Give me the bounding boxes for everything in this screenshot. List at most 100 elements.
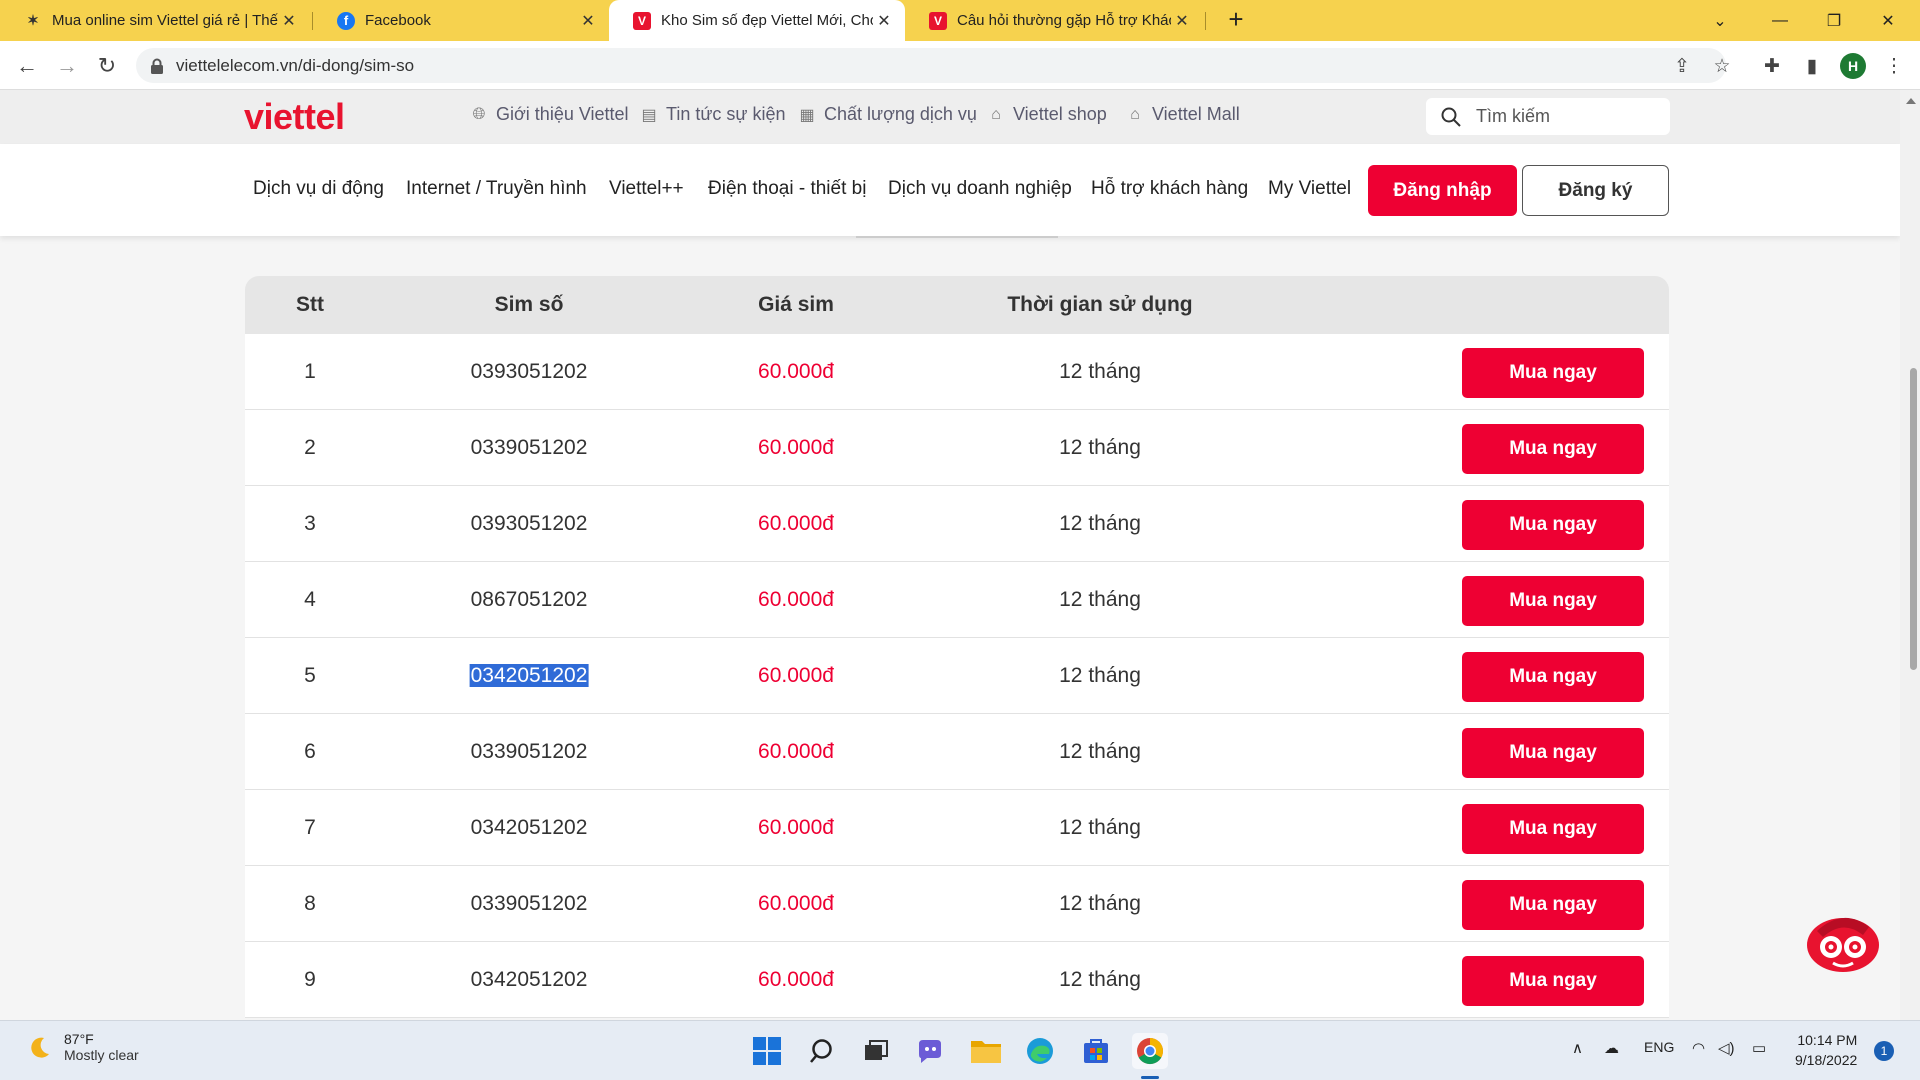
show-hidden-icons-chevron-icon[interactable]: ∧ — [1572, 1039, 1583, 1057]
cell-stt: 4 — [304, 588, 316, 611]
chrome-icon[interactable] — [1132, 1033, 1168, 1069]
nav-dien-thoai-thiet-bi[interactable]: Điện thoại - thiết bị — [708, 178, 866, 200]
onedrive-cloud-icon[interactable]: ☁ — [1604, 1039, 1619, 1057]
cell-price: 60.000đ — [758, 512, 834, 535]
cell-sim-number[interactable]: 0342051202 — [471, 816, 588, 840]
top-link-viettel-shop[interactable]: ⌂ Viettel shop — [987, 104, 1107, 125]
sim-number-text: 0867051202 — [470, 588, 588, 611]
nav-dich-vu-doanh-nghiep[interactable]: Dịch vụ doanh nghiệp — [888, 178, 1072, 200]
close-icon[interactable]: ✕ — [577, 11, 599, 31]
top-link-chat-luong[interactable]: ▦ Chất lượng dịch vụ — [798, 104, 977, 125]
buy-now-button[interactable]: Mua ngay — [1462, 424, 1644, 474]
top-link-tin-tuc[interactable]: ▤ Tin tức sự kiện — [640, 104, 785, 125]
header-stt: Stt — [296, 293, 324, 316]
share-icon[interactable]: ⇪ — [1668, 52, 1696, 80]
scrollbar-thumb[interactable] — [1910, 368, 1917, 670]
buy-now-button[interactable]: Mua ngay — [1462, 652, 1644, 702]
browser-tab[interactable]: ✶ Mua online sim Viettel giá rẻ | Thế ✕ — [0, 0, 310, 41]
file-explorer-icon[interactable] — [968, 1033, 1004, 1069]
side-panel-icon[interactable]: ▮ — [1798, 52, 1826, 80]
nav-internet-truyen-hinh[interactable]: Internet / Truyền hình — [406, 178, 587, 200]
back-arrow-icon[interactable]: ← — [12, 51, 42, 81]
cell-price: 60.000đ — [758, 816, 834, 839]
edge-icon[interactable] — [1022, 1033, 1058, 1069]
cell-sim-number[interactable]: 0867051202 — [471, 588, 588, 612]
task-view-icon[interactable] — [858, 1033, 894, 1069]
weather-temp: 87°F — [64, 1031, 94, 1047]
browser-tab[interactable]: f Facebook ✕ — [313, 0, 609, 41]
start-windows-icon[interactable] — [749, 1033, 785, 1069]
buy-now-button[interactable]: Mua ngay — [1462, 348, 1644, 398]
buy-now-button[interactable]: Mua ngay — [1462, 728, 1644, 778]
cell-duration: 12 tháng — [1059, 512, 1141, 535]
weather-widget[interactable]: 87°F Mostly clear — [26, 1031, 139, 1063]
buy-now-button[interactable]: Mua ngay — [1462, 956, 1644, 1006]
notification-badge[interactable]: 1 — [1874, 1041, 1894, 1061]
chat-icon[interactable] — [912, 1033, 948, 1069]
header-thoi-gian: Thời gian sử dụng — [1007, 293, 1193, 316]
restore-button[interactable]: ❐ — [1806, 0, 1862, 41]
browser-tab[interactable]: V Câu hỏi thường gặp Hỗ trợ Khách ✕ — [905, 0, 1203, 41]
extensions-icon[interactable]: ✚ — [1758, 52, 1786, 80]
volume-icon[interactable]: ◁) — [1718, 1039, 1735, 1057]
url-text: viettelelecom.vn/di-dong/sim-so — [176, 55, 415, 75]
system-clock[interactable]: 10:14 PM 9/18/2022 — [1795, 1030, 1857, 1070]
tab-title: Câu hỏi thường gặp Hỗ trợ Khách — [957, 12, 1171, 29]
top-link-gioi-thieu[interactable]: 🌐︎ Giới thiệu Viettel — [470, 104, 629, 125]
cell-sim-number[interactable]: 0342051202 — [469, 664, 589, 688]
bookmark-star-icon[interactable]: ☆ — [1708, 52, 1736, 80]
sim-number-text: 0342051202 — [470, 816, 588, 839]
buy-now-button[interactable]: Mua ngay — [1462, 804, 1644, 854]
cell-sim-number[interactable]: 0339051202 — [471, 892, 588, 916]
minimize-button[interactable]: — — [1752, 0, 1808, 41]
cell-sim-number[interactable]: 0342051202 — [471, 968, 588, 992]
cell-sim-number[interactable]: 0339051202 — [471, 740, 588, 764]
close-icon[interactable]: ✕ — [873, 11, 895, 31]
forward-arrow-icon[interactable]: → — [52, 51, 82, 81]
table-row: 7 0342051202 60.000đ 12 tháng Mua ngay — [245, 790, 1669, 866]
cell-price: 60.000đ — [758, 664, 834, 687]
address-field[interactable]: viettelelecom.vn/di-dong/sim-so — [136, 48, 1726, 83]
chat-mascot-icon[interactable] — [1803, 905, 1883, 975]
cell-stt: 6 — [304, 740, 316, 763]
nav-viettel-plus[interactable]: Viettel++ — [609, 178, 684, 200]
header-sim-so: Sim số — [494, 293, 564, 316]
moon-icon — [31, 1037, 49, 1058]
top-link-viettel-mall[interactable]: ⌂ Viettel Mall — [1126, 104, 1240, 125]
cell-stt: 2 — [304, 436, 316, 459]
scroll-up-arrow-icon[interactable] — [1906, 98, 1916, 104]
nav-my-viettel[interactable]: My Viettel — [1268, 178, 1351, 200]
reload-icon[interactable]: ↻ — [92, 51, 122, 81]
viettel-promo-icon: ✶ — [24, 11, 42, 30]
profile-avatar[interactable]: H — [1840, 53, 1866, 79]
table-row: 9 0342051202 60.000đ 12 tháng Mua ngay — [245, 942, 1669, 1018]
close-window-button[interactable]: ✕ — [1860, 0, 1916, 41]
tab-search-chevron-icon[interactable]: ⌄ — [1692, 0, 1748, 41]
cell-sim-number[interactable]: 0393051202 — [471, 360, 588, 384]
cell-sim-number[interactable]: 0393051202 — [471, 512, 588, 536]
buy-now-button[interactable]: Mua ngay — [1462, 500, 1644, 550]
cell-price: 60.000đ — [758, 360, 834, 383]
table-row: 5 0342051202 60.000đ 12 tháng Mua ngay — [245, 638, 1669, 714]
store-icon[interactable] — [1078, 1033, 1114, 1069]
search-input[interactable]: Tìm kiếm — [1426, 98, 1670, 135]
language-indicator[interactable]: ENG — [1644, 1039, 1674, 1055]
viettel-logo[interactable]: viettel — [244, 96, 345, 138]
register-button[interactable]: Đăng ký — [1522, 165, 1669, 216]
close-icon[interactable]: ✕ — [278, 11, 300, 31]
browser-tab-active[interactable]: V Kho Sim số đẹp Viettel Mới, Chọn ✕ — [609, 0, 905, 41]
wifi-icon[interactable]: ◠ — [1692, 1039, 1705, 1057]
new-tab-button[interactable]: + — [1222, 6, 1250, 34]
buy-now-button[interactable]: Mua ngay — [1462, 880, 1644, 930]
cell-price: 60.000đ — [758, 588, 834, 611]
buy-now-button[interactable]: Mua ngay — [1462, 576, 1644, 626]
menu-kebab-icon[interactable]: ⋮ — [1880, 52, 1908, 80]
nav-dich-vu-di-dong[interactable]: Dịch vụ di động — [253, 178, 384, 200]
close-icon[interactable]: ✕ — [1171, 11, 1193, 31]
cell-sim-number[interactable]: 0339051202 — [471, 436, 588, 460]
battery-icon[interactable]: ▭ — [1752, 1039, 1766, 1057]
search-icon[interactable] — [805, 1033, 841, 1069]
nav-ho-tro-khach-hang[interactable]: Hỗ trợ khách hàng — [1091, 178, 1248, 200]
site-top-bar: viettel 🌐︎ Giới thiệu Viettel ▤ Tin tức sự… — [0, 90, 1900, 144]
login-button[interactable]: Đăng nhập — [1368, 165, 1517, 216]
